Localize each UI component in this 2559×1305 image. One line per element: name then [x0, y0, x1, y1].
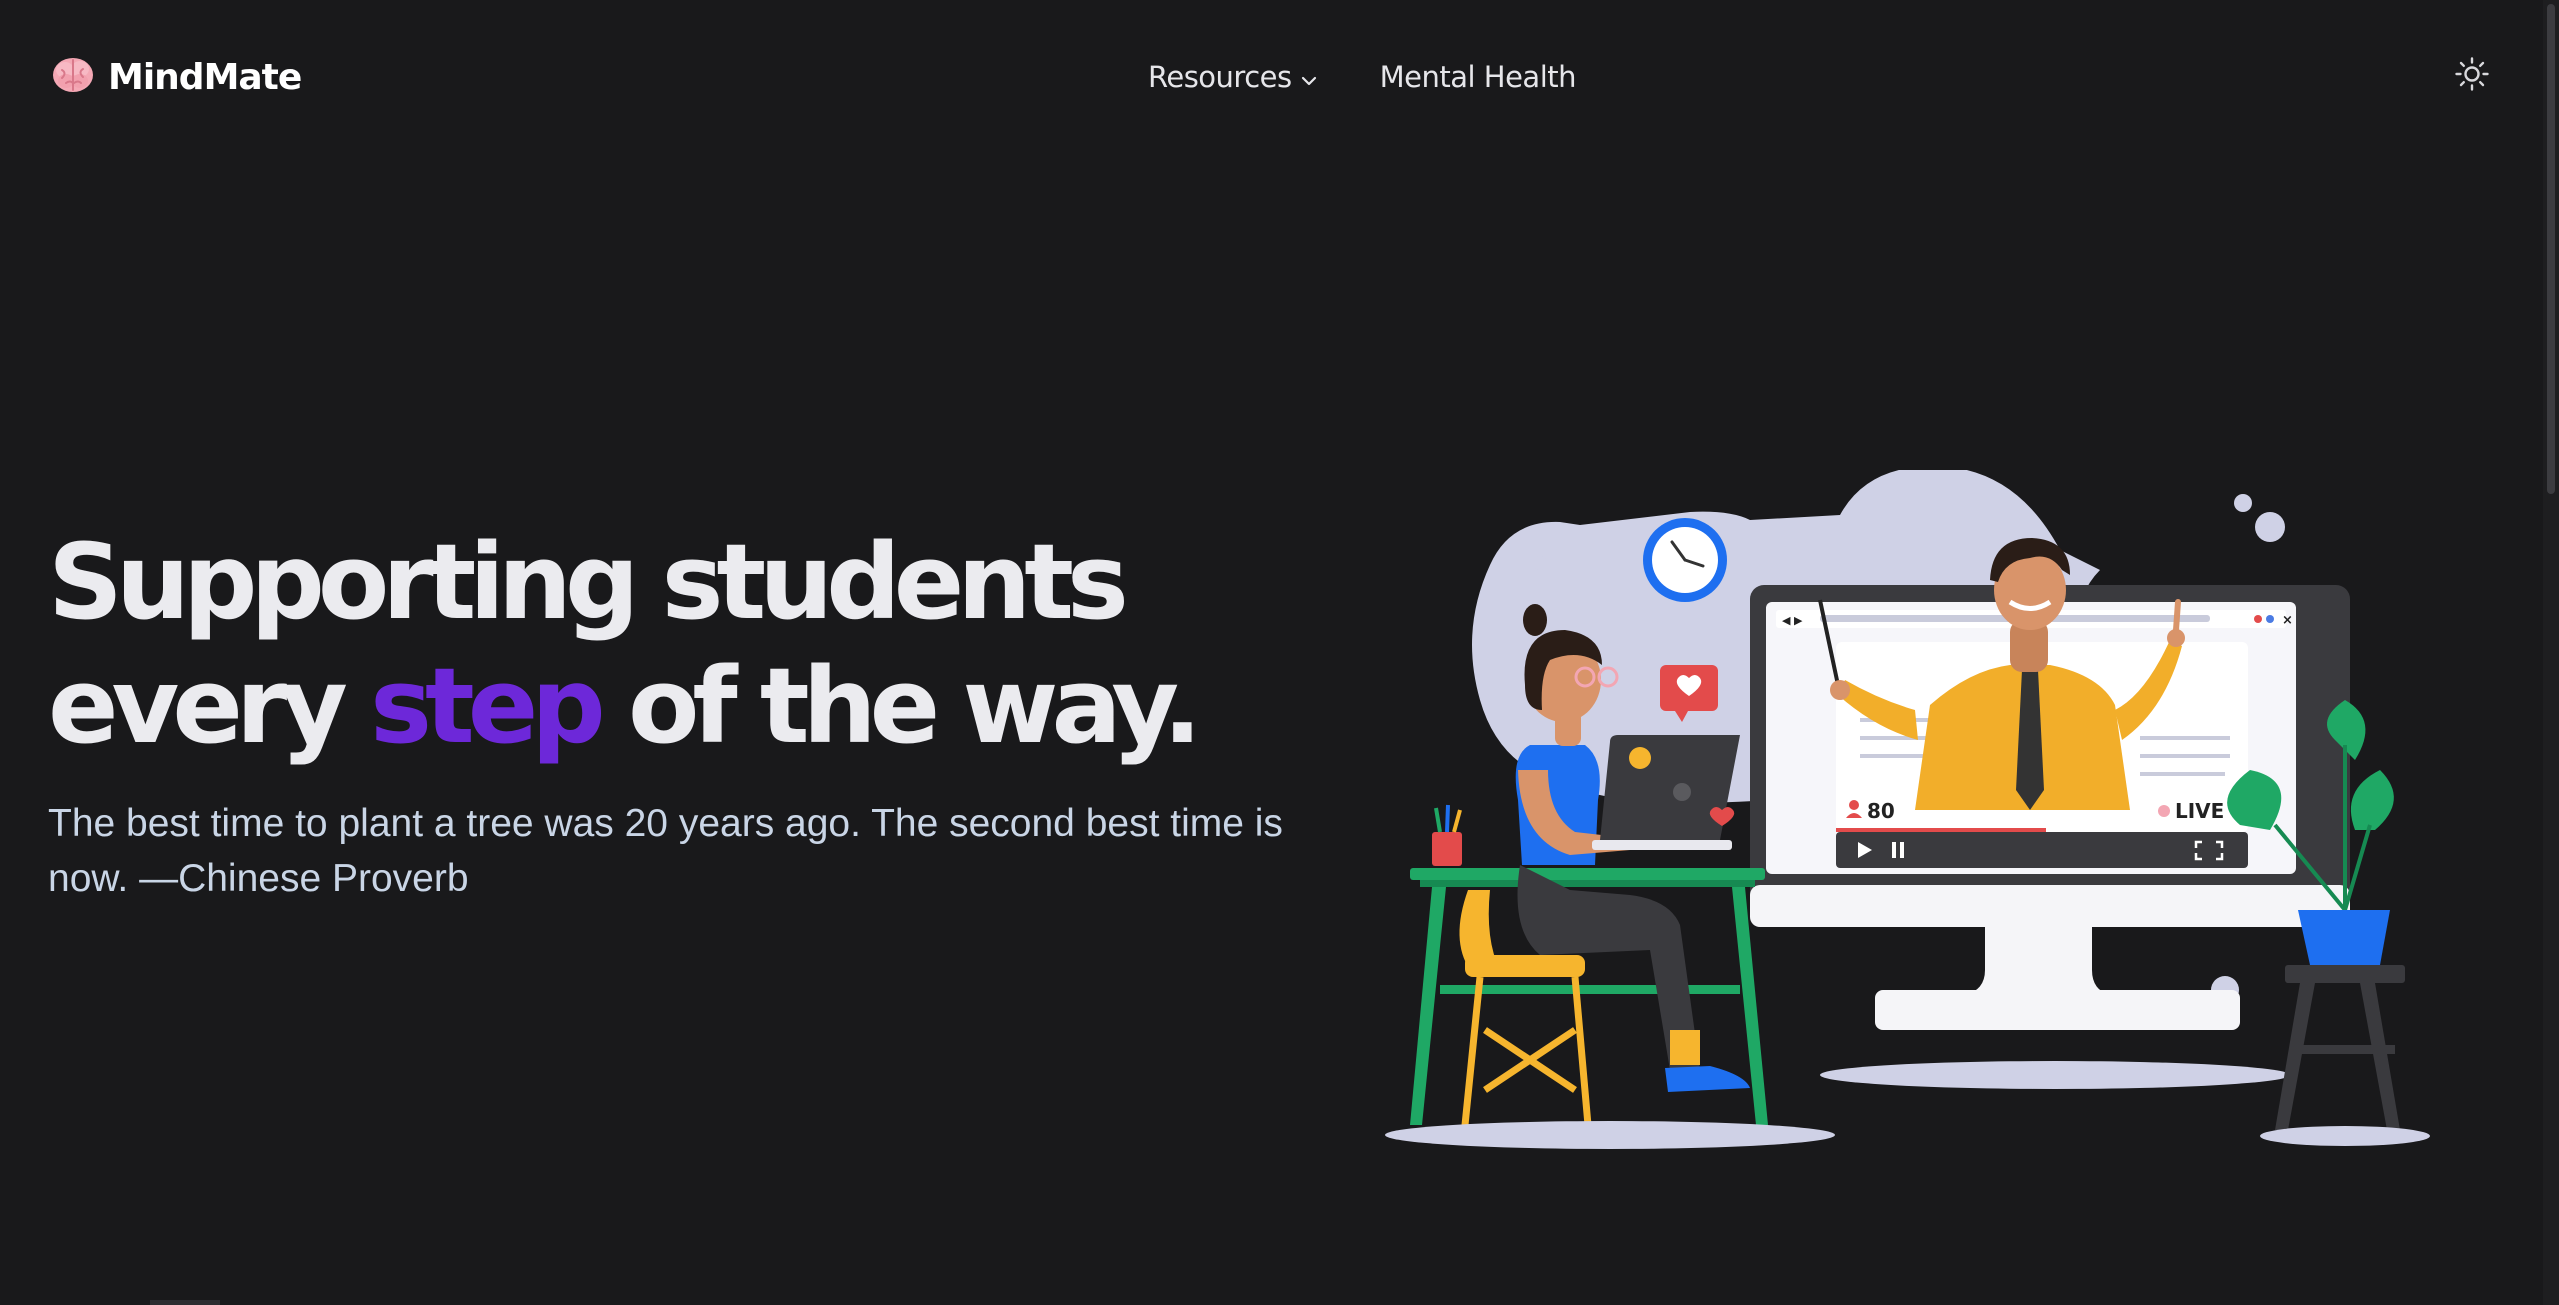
hero-heading-line2-prefix: every	[48, 645, 371, 767]
viewer-count: 80	[1867, 799, 1895, 823]
hero-heading-accent-word: step	[370, 645, 606, 767]
hero-heading: Supporting students every step of the wa…	[48, 520, 1202, 768]
svg-text:×: ×	[2282, 613, 2293, 628]
hero-heading-line2-suffix: of the way.	[598, 645, 1202, 767]
brand-logo-link[interactable]: MindMate	[52, 52, 302, 102]
chevron-down-icon	[1300, 60, 1318, 94]
nav-mental-health-label: Mental Health	[1379, 60, 1577, 94]
scrollbar-thumb[interactable]	[2547, 4, 2555, 494]
nav-resources-label: Resources	[1148, 60, 1292, 94]
main-nav: Resources Mental Health	[1148, 52, 1577, 102]
nav-mental-health-link[interactable]: Mental Health	[1379, 60, 1577, 94]
clock-icon	[1643, 518, 1727, 602]
brain-icon	[52, 56, 94, 99]
nav-resources-dropdown[interactable]: Resources	[1148, 60, 1318, 94]
live-label: LIVE	[2175, 799, 2224, 823]
hero-quote: The best time to plant a tree was 20 yea…	[48, 802, 1283, 900]
hero-heading-line1: Supporting students	[48, 521, 1129, 643]
hero-illustration: × ◀ ▶ 80 LIVE	[1370, 466, 2450, 1160]
page-scrollbar[interactable]	[2543, 0, 2559, 1305]
section-divider-peek	[150, 1300, 220, 1305]
sun-icon	[2454, 56, 2490, 97]
navbar: MindMate Resources Mental Health	[0, 0, 2543, 156]
theme-toggle-button[interactable]	[2452, 56, 2492, 96]
brand-name: MindMate	[108, 56, 302, 98]
svg-text:◀ ▶: ◀ ▶	[1782, 614, 1803, 627]
